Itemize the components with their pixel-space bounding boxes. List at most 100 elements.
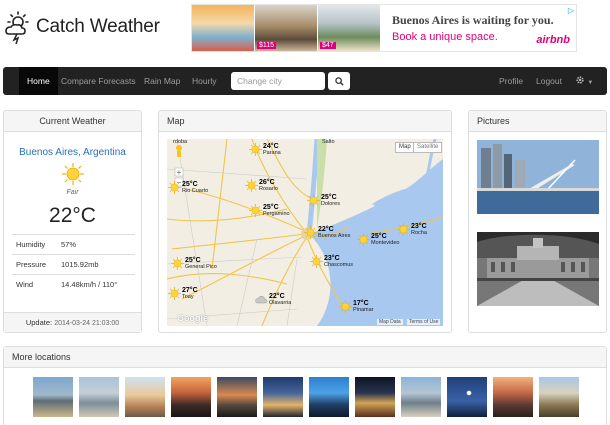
current-city[interactable]: Buenos Aires, Argentina: [4, 147, 141, 158]
table-row: Wind 14.48km/h / 110°: [12, 274, 135, 294]
chevron-down-icon: ▼: [587, 80, 594, 86]
marker-city: Rio Cuarto: [182, 188, 209, 194]
location-thumbnail[interactable]: [263, 377, 303, 417]
map-marker[interactable]: 17°C Pinamar: [339, 300, 373, 314]
nav-hourly[interactable]: Hourly: [192, 67, 217, 95]
sun-icon: [249, 204, 262, 217]
location-thumbnail[interactable]: [217, 377, 257, 417]
marker-temp: 25°C: [371, 233, 387, 240]
map-marker[interactable]: 25°C Rio Cuarto: [168, 181, 208, 195]
marker-city: Rocha: [411, 230, 427, 236]
sun-icon: [397, 223, 410, 236]
map-marker[interactable]: 25°C Montevideo: [357, 233, 399, 247]
location-thumbnail[interactable]: [79, 377, 119, 417]
logo[interactable]: Catch Weather: [4, 10, 160, 44]
map-marker[interactable]: 25°C Dolores: [307, 194, 340, 208]
app-name: Catch Weather: [36, 16, 160, 37]
nav-profile[interactable]: Profile: [499, 67, 523, 95]
map-marker[interactable]: 27°C Toay: [168, 287, 198, 301]
marker-temp: 25°C: [182, 181, 198, 188]
map-marker[interactable]: 23°C Chascomus: [310, 255, 353, 269]
gear-icon: [576, 76, 584, 84]
sun-icon: [171, 257, 184, 270]
sun-icon: [249, 143, 262, 156]
detail-label: Wind: [16, 280, 34, 289]
more-locations-panel: More locations: [3, 346, 607, 425]
nav-rain-map[interactable]: Rain Map: [144, 67, 180, 95]
marker-temp: 23°C: [411, 223, 427, 230]
map-edge-label: rdoba: [173, 139, 188, 145]
sun-icon: [310, 255, 323, 268]
ad-banner[interactable]: $115 $47 Buenos Aires is waiting for you…: [191, 4, 577, 52]
marker-city: Parana: [263, 150, 281, 156]
current-weather-panel: Current Weather Buenos Aires, Argentina …: [3, 110, 142, 333]
search-icon: [334, 76, 344, 86]
map-marker[interactable]: 25°C General Pico: [171, 257, 217, 271]
city-picture-bw[interactable]: [477, 232, 599, 306]
map-heading: Map: [159, 111, 451, 132]
weather-logo-icon: [5, 11, 29, 44]
marker-temp: 25°C: [321, 194, 337, 201]
sun-icon: [357, 233, 370, 246]
map-marker[interactable]: 26°C Rosario: [245, 179, 278, 193]
marker-city: Pergamino: [263, 211, 290, 217]
search-button[interactable]: [328, 72, 350, 90]
map-marker[interactable]: 23°C Rocha: [397, 223, 427, 237]
weather-condition: Fair: [66, 189, 79, 196]
map-data-link[interactable]: Map Data: [377, 319, 403, 325]
detail-value: 14.48km/h / 110°: [61, 280, 118, 289]
marker-city: Buenos Aires: [318, 233, 351, 239]
city-search-input[interactable]: Change city: [231, 72, 325, 90]
location-thumbnail[interactable]: [493, 377, 533, 417]
marker-temp: 17°C: [353, 300, 369, 307]
location-thumbnail[interactable]: [125, 377, 165, 417]
ad-price-1: $115: [257, 42, 277, 49]
location-thumbnail[interactable]: [447, 377, 487, 417]
detail-label: Humidity: [16, 240, 46, 249]
ad-price-2: $47: [320, 42, 336, 49]
ad-photo-2: $115: [255, 5, 317, 51]
nav-compare-forecasts[interactable]: Compare Forecasts: [61, 67, 136, 95]
weather-map[interactable]: Map Satellite + − rdoba Salto 24°C Parana…: [167, 139, 443, 326]
marker-temp: 22°C: [318, 226, 334, 233]
map-marker[interactable]: 25°C Pergamino: [249, 204, 290, 218]
location-thumbnail[interactable]: [539, 377, 579, 417]
map-marker[interactable]: 22°C Buenos Aires: [304, 226, 350, 240]
map-marker[interactable]: 22°C Olavarria: [255, 293, 291, 307]
google-logo: Google: [177, 313, 208, 323]
location-thumbnail[interactable]: [171, 377, 211, 417]
location-thumbnail[interactable]: [401, 377, 441, 417]
marker-temp: 26°C: [259, 179, 275, 186]
nav-home[interactable]: Home: [19, 67, 58, 95]
ad-photo-3: $47: [318, 5, 380, 51]
close-icon[interactable]: ▷: [568, 6, 574, 15]
marker-temp: 25°C: [263, 204, 279, 211]
ad-title: Buenos Aires is waiting for you.: [392, 13, 554, 27]
settings-menu[interactable]: ▼: [575, 67, 593, 95]
sun-icon: [304, 226, 317, 239]
ad-photo-1: [192, 5, 254, 51]
ad-subtitle[interactable]: Book a unique space.: [392, 31, 498, 43]
terms-link[interactable]: Terms of Use: [407, 319, 441, 325]
more-locations-heading: More locations: [4, 347, 606, 368]
table-row: Humidity 57%: [12, 234, 135, 254]
marker-temp: 25°C: [185, 257, 201, 264]
location-thumbnail[interactable]: [309, 377, 349, 417]
map-marker[interactable]: 24°C Parana: [249, 143, 281, 157]
header: Catch Weather $115 $47 Buenos Aires is w…: [0, 0, 610, 62]
marker-city: Dolores: [321, 201, 340, 207]
location-thumbnail[interactable]: [355, 377, 395, 417]
detail-value: 1015.92mb: [61, 260, 99, 269]
marker-city: Olavarria: [269, 300, 292, 306]
update-footer: Update: 2014-03-24 21:03:00: [4, 312, 141, 332]
current-temperature: 22°C: [49, 204, 96, 227]
navbar: Home Compare Forecasts Rain Map Hourly C…: [3, 67, 607, 95]
city-picture-color[interactable]: [477, 140, 599, 214]
satellite-button[interactable]: Satellite: [413, 142, 443, 153]
update-label: Update:: [25, 318, 53, 327]
location-thumbnail[interactable]: [33, 377, 73, 417]
map-type-button[interactable]: Map: [395, 142, 415, 153]
marker-city: Rosario: [259, 186, 278, 192]
nav-logout[interactable]: Logout: [536, 67, 562, 95]
sun-icon: [307, 194, 320, 207]
